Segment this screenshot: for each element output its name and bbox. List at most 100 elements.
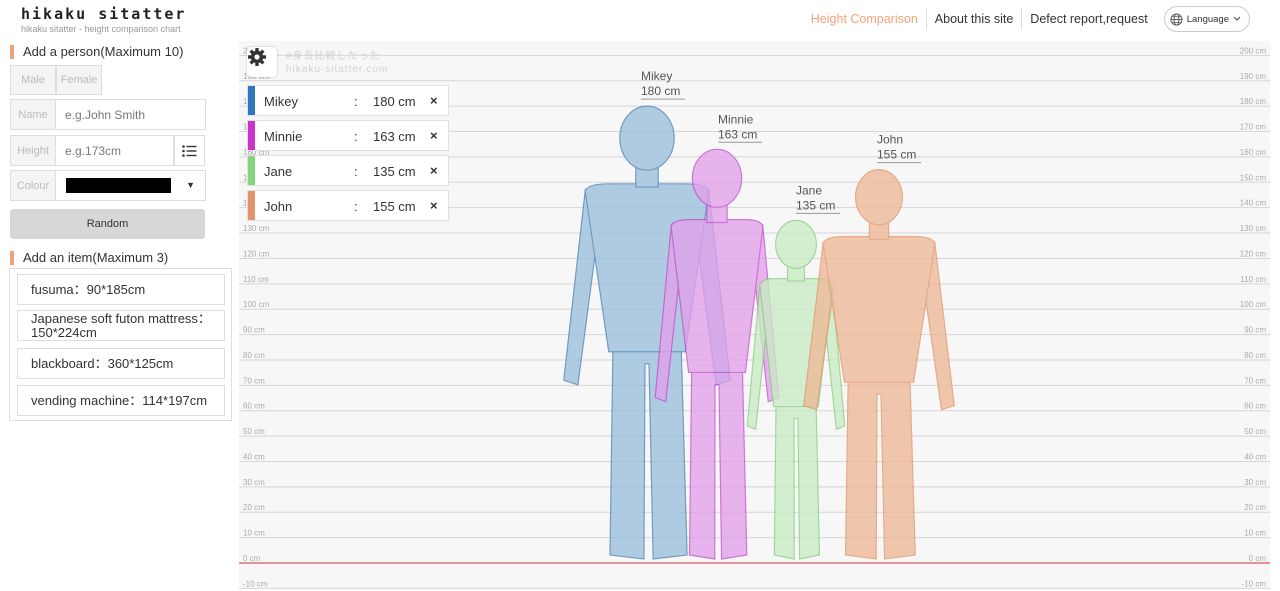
person-silhouette-john bbox=[803, 169, 955, 560]
watermark: #身長比較したった hikaku-sitatter.com bbox=[286, 50, 388, 76]
remove-icon[interactable]: × bbox=[430, 93, 438, 108]
person-color-bar bbox=[248, 121, 255, 150]
tick-label-left: 110 cm bbox=[243, 275, 269, 284]
person-color-bar bbox=[248, 191, 255, 220]
comparison-chart: -10 cm -10 cm 0 cm 0 cm 10 cm 10 cm 20 cm 20 cm… bbox=[239, 41, 1270, 589]
figure-height-label: 155 cm bbox=[877, 148, 916, 162]
name-input[interactable]: e.g.John Smith bbox=[56, 100, 145, 129]
tick-label-left: 40 cm bbox=[243, 452, 265, 461]
globe-icon bbox=[1170, 12, 1183, 26]
colour-label: Colour bbox=[11, 171, 56, 200]
silhouette-head bbox=[691, 148, 743, 208]
nav-defect-report[interactable]: Defect report,request bbox=[1021, 8, 1155, 30]
height-label: Height bbox=[11, 136, 56, 165]
person-card[interactable]: John : 155 cm × bbox=[247, 190, 449, 221]
silhouette-legs bbox=[773, 392, 821, 560]
list-icon bbox=[182, 144, 197, 157]
tick-label-left: 80 cm bbox=[243, 351, 265, 360]
brand-subtitle: hikaku sitatter - height comparison char… bbox=[21, 24, 181, 34]
person-height: 135 cm bbox=[373, 164, 416, 179]
height-preset-button[interactable] bbox=[174, 135, 205, 166]
item-futon[interactable]: Japanese soft futon mattress：150*224cm bbox=[17, 310, 225, 341]
person-card[interactable]: Mikey : 180 cm × bbox=[247, 85, 449, 116]
tick-label-right: 130 cm bbox=[1240, 224, 1267, 233]
item-list: fusuma：90*185cm Japanese soft futon matt… bbox=[9, 268, 232, 421]
gear-icon bbox=[248, 48, 266, 66]
add-item-heading: Add an item(Maximum 3) bbox=[10, 251, 168, 265]
female-button[interactable]: Female bbox=[56, 65, 102, 95]
colour-field[interactable]: Colour ▼ bbox=[10, 170, 206, 201]
separator: : bbox=[354, 94, 358, 109]
name-field[interactable]: Name e.g.John Smith bbox=[10, 99, 206, 130]
figure-height-label: 163 cm bbox=[718, 127, 757, 141]
person-card[interactable]: Jane : 135 cm × bbox=[247, 155, 449, 186]
nav-height-comparison[interactable]: Height Comparison bbox=[803, 8, 926, 30]
tick-label-right: 50 cm bbox=[1244, 427, 1266, 436]
tick-label-right: 20 cm bbox=[1244, 503, 1266, 512]
tick-label-right: 160 cm bbox=[1240, 148, 1267, 157]
name-label: Name bbox=[11, 100, 56, 129]
tick-label-right: 120 cm bbox=[1240, 249, 1267, 258]
person-height: 163 cm bbox=[373, 129, 416, 144]
person-name: Minnie bbox=[264, 129, 303, 144]
figure-height-label: 180 cm bbox=[641, 84, 680, 98]
nav-about[interactable]: About this site bbox=[925, 8, 1022, 30]
tick-label-right: 170 cm bbox=[1240, 123, 1267, 132]
silhouette-head bbox=[854, 169, 904, 226]
dropdown-caret-icon: ▼ bbox=[186, 180, 195, 190]
silhouette-legs bbox=[688, 358, 748, 560]
watermark-hashtag: #身長比較したった bbox=[286, 51, 381, 62]
tick-label-left: 30 cm bbox=[243, 478, 265, 487]
tick-label-left: 10 cm bbox=[243, 529, 265, 538]
random-button[interactable]: Random bbox=[10, 209, 205, 239]
remove-icon[interactable]: × bbox=[430, 128, 438, 143]
item-vending-machine[interactable]: vending machine：114*197cm bbox=[17, 385, 225, 416]
language-selector[interactable]: Language bbox=[1163, 6, 1250, 32]
item-blackboard[interactable]: blackboard：360*125cm bbox=[17, 348, 225, 379]
tick-label-right: 150 cm bbox=[1240, 173, 1267, 182]
tick-label-left: 90 cm bbox=[243, 326, 265, 335]
colour-swatch[interactable] bbox=[66, 178, 171, 193]
tick-label-left: -10 cm bbox=[243, 579, 268, 588]
height-input[interactable]: e.g.173cm bbox=[56, 136, 121, 165]
remove-icon[interactable]: × bbox=[430, 163, 438, 178]
person-color-bar bbox=[248, 156, 255, 185]
figure-name-label: Jane bbox=[796, 183, 822, 197]
tick-label-right: 10 cm bbox=[1244, 529, 1266, 538]
brand[interactable]: hikaku sitatter hikaku sitatter - height… bbox=[21, 5, 186, 34]
remove-icon[interactable]: × bbox=[430, 198, 438, 213]
separator: : bbox=[354, 199, 358, 214]
person-name: Mikey bbox=[264, 94, 298, 109]
tick-label-right: 100 cm bbox=[1240, 300, 1267, 309]
tick-label-right: 140 cm bbox=[1240, 199, 1267, 208]
tick-label-right: 200 cm bbox=[1240, 46, 1267, 55]
figure-name-label: John bbox=[877, 133, 903, 147]
tick-label-right: 70 cm bbox=[1244, 376, 1266, 385]
figure-name-label: Mikey bbox=[641, 69, 672, 83]
silhouette-legs bbox=[844, 368, 916, 560]
item-fusuma[interactable]: fusuma：90*185cm bbox=[17, 274, 225, 305]
person-color-bar bbox=[248, 86, 255, 115]
settings-button[interactable] bbox=[247, 47, 277, 77]
person-card[interactable]: Minnie : 163 cm × bbox=[247, 120, 449, 151]
person-height: 180 cm bbox=[373, 94, 416, 109]
silhouette-head bbox=[619, 105, 675, 171]
tick-label-right: 180 cm bbox=[1240, 97, 1267, 106]
tick-label-left: 100 cm bbox=[243, 300, 270, 309]
silhouette-legs bbox=[609, 338, 688, 560]
add-person-heading: Add a person(Maximum 10) bbox=[10, 45, 183, 59]
tick-label-right: 90 cm bbox=[1244, 326, 1266, 335]
figure-height-label: 135 cm bbox=[796, 198, 835, 212]
height-field[interactable]: Height e.g.173cm bbox=[10, 135, 174, 166]
brand-title[interactable]: hikaku sitatter bbox=[21, 5, 186, 23]
person-height: 155 cm bbox=[373, 199, 416, 214]
tick-label-left: 20 cm bbox=[243, 503, 265, 512]
top-nav: Height Comparison About this site Defect… bbox=[803, 6, 1250, 32]
person-name: Jane bbox=[264, 164, 293, 179]
person-list: Mikey : 180 cm × Minnie : 163 cm × Jane … bbox=[247, 85, 449, 225]
separator: : bbox=[354, 164, 358, 179]
tick-label-left: 60 cm bbox=[243, 402, 265, 411]
chevron-down-icon bbox=[1233, 16, 1241, 21]
tick-label-left: 120 cm bbox=[243, 249, 270, 258]
male-button[interactable]: Male bbox=[10, 65, 56, 95]
